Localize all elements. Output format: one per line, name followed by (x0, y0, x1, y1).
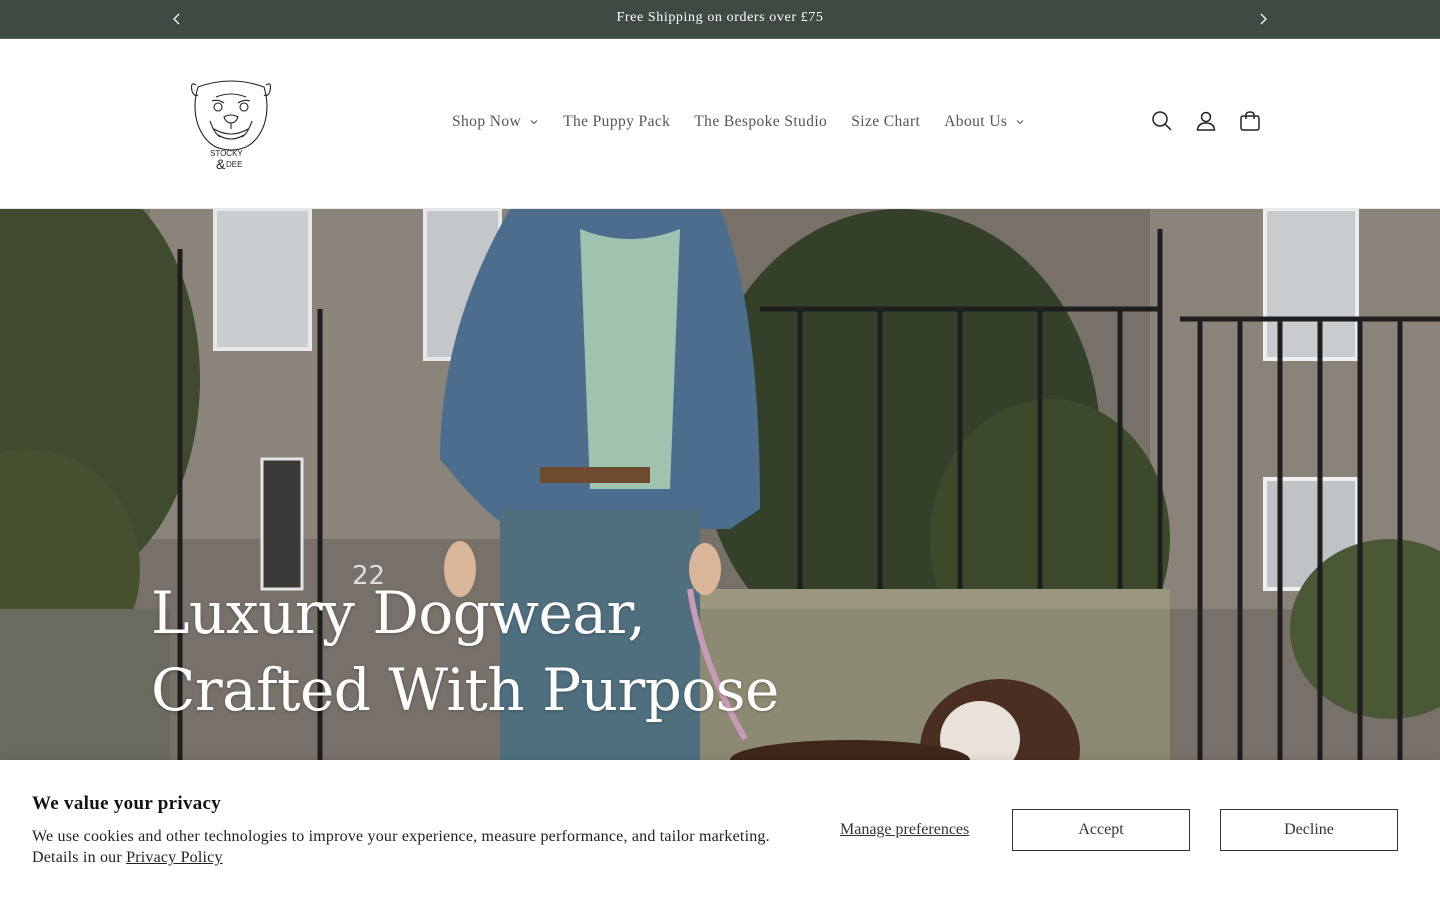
search-icon[interactable] (1150, 109, 1174, 133)
manage-preferences-link[interactable]: Manage preferences (840, 821, 969, 839)
svg-text:STOCKY: STOCKY (210, 149, 243, 158)
hero-title-line-2: Crafted With Purpose (151, 656, 779, 724)
chevron-right-icon[interactable] (1253, 9, 1273, 29)
decline-button[interactable]: Decline (1220, 809, 1398, 851)
hero-title-line-1: Luxury Dogwear, (151, 579, 646, 647)
accept-button[interactable]: Accept (1012, 809, 1190, 851)
account-icon[interactable] (1194, 109, 1218, 133)
nav-item-size-chart[interactable]: Size Chart (839, 113, 932, 131)
cookie-banner: We value your privacy We use cookies and… (0, 760, 1440, 900)
nav-item-puppy-pack[interactable]: The Puppy Pack (551, 113, 682, 131)
cookie-banner-text: We use cookies and other technologies to… (32, 826, 792, 868)
header-actions (1150, 109, 1262, 133)
hero-banner: 22 Luxury Dogwear, Crafted With Purpose (0, 209, 1440, 760)
nav-item-label: The Bespoke Studio (694, 113, 828, 130)
chevron-down-icon (530, 120, 538, 125)
nav-item-label: Size Chart (851, 113, 921, 130)
announcement-bar: Free Shipping on orders over £75 (0, 0, 1440, 39)
main-nav: Shop Now The Puppy Pack The Bespoke Stud… (440, 113, 1037, 131)
nav-item-label: Shop Now (452, 113, 522, 130)
hero-title: Luxury Dogwear, Crafted With Purpose (151, 575, 779, 729)
cookie-banner-title: We value your privacy (32, 793, 222, 814)
nav-item-label: The Puppy Pack (563, 113, 671, 130)
privacy-policy-link[interactable]: Privacy Policy (126, 849, 223, 866)
svg-text:&: & (216, 156, 226, 172)
nav-item-bespoke-studio[interactable]: The Bespoke Studio (682, 113, 839, 131)
svg-text:DEE: DEE (226, 160, 242, 169)
announcement-message: Free Shipping on orders over £75 (616, 10, 824, 25)
stocky-dee-logo[interactable]: STOCKY & DEE (186, 77, 276, 173)
cart-icon[interactable] (1238, 109, 1262, 133)
nav-item-about-us[interactable]: About Us (932, 113, 1037, 131)
nav-item-label: About Us (944, 113, 1008, 130)
site-header: STOCKY & DEE Shop Now The Puppy Pack The… (0, 39, 1440, 209)
nav-item-shop-now[interactable]: Shop Now (440, 113, 551, 131)
chevron-down-icon (1016, 120, 1024, 125)
